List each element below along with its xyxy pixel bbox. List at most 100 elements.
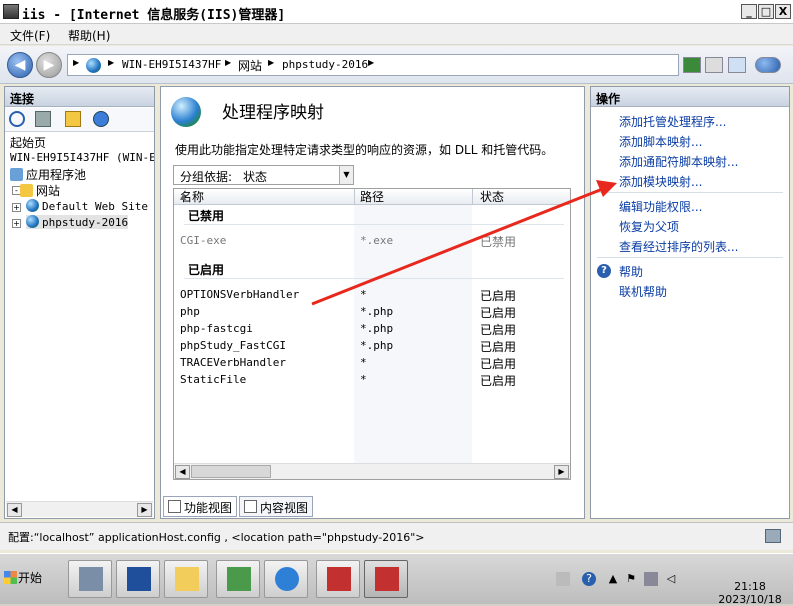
- add-script-map-link[interactable]: 添加脚本映射...: [619, 133, 702, 150]
- actions-divider: [597, 192, 783, 193]
- folder-icon: [175, 567, 199, 591]
- stop-icon[interactable]: [705, 57, 723, 73]
- forward-button[interactable]: ▶: [36, 52, 62, 78]
- delete-connection-icon[interactable]: [93, 111, 109, 127]
- tree-server[interactable]: WIN-EH9I5I437HF (WIN-EH9: [10, 151, 154, 164]
- revert-to-parent-link[interactable]: 恢复为父项: [619, 218, 679, 235]
- taskbar-ie[interactable]: [264, 560, 308, 598]
- row-path: *.php: [360, 322, 394, 335]
- column-divider[interactable]: [472, 189, 473, 205]
- dropdown-arrow-icon[interactable]: ▼: [339, 166, 353, 184]
- globe-icon: [26, 215, 39, 228]
- toolbox-icon: [327, 567, 351, 591]
- scroll-right-icon[interactable]: ▶: [137, 503, 152, 517]
- left-hscrollbar[interactable]: ◀ ▶: [6, 501, 153, 517]
- tree-phpstudy-site-label: phpstudy-2016: [42, 216, 129, 229]
- title-bar: iis - [Internet 信息服务(IIS)管理器] _ □ X: [0, 0, 793, 24]
- row-state: 已启用: [480, 306, 517, 320]
- breadcrumb-server[interactable]: WIN-EH9I5I437HF: [122, 58, 221, 71]
- row-name: php-fastcgi: [180, 322, 253, 335]
- scroll-left-icon[interactable]: ◀: [7, 503, 22, 517]
- back-button[interactable]: ◀: [7, 52, 33, 78]
- taskbar-explorer[interactable]: [164, 560, 208, 598]
- row-state: 已启用: [480, 289, 517, 303]
- taskbar: 开始 ? ▲ ⚑ ◁: [0, 553, 793, 604]
- handler-table: 名称 ▲ 路径 状态 已禁用 CGI-exe *.exe 已禁用 已启用 OPT…: [173, 188, 571, 480]
- flag-icon[interactable]: ⚑: [624, 572, 638, 586]
- actions-divider: [597, 257, 783, 258]
- tree-start-page[interactable]: 起始页: [10, 134, 46, 151]
- edit-feature-permissions-link[interactable]: 编辑功能权限...: [619, 198, 702, 215]
- tree-default-site[interactable]: Default Web Site: [26, 199, 148, 213]
- menu-bar: 文件(F) 帮助(H): [0, 24, 793, 45]
- maximize-button[interactable]: □: [758, 4, 774, 19]
- sort-ascending-icon: ▲: [180, 192, 187, 201]
- row-name: TRACEVerbHandler: [180, 356, 286, 369]
- view-ordered-list-link[interactable]: 查看经过排序的列表...: [619, 238, 738, 255]
- column-divider[interactable]: [354, 189, 355, 205]
- start-label: 开始: [18, 571, 43, 585]
- taskbar-iis-manager[interactable]: [364, 560, 408, 598]
- online-help-link[interactable]: 联机帮助: [619, 283, 667, 300]
- tree-app-pools[interactable]: 应用程序池: [10, 166, 86, 183]
- add-managed-handler-link[interactable]: 添加托管处理程序...: [619, 113, 726, 130]
- breadcrumb-arrow-icon: ▶: [225, 58, 232, 67]
- row-state: 已启用: [480, 340, 517, 354]
- connections-tree: 起始页 WIN-EH9I5I437HF (WIN-EH9 应用程序池 - 网站 …: [5, 133, 154, 505]
- close-button[interactable]: X: [775, 4, 791, 19]
- internet-explorer-icon: [275, 567, 299, 591]
- expand-icon[interactable]: +: [12, 203, 21, 212]
- network-tray-icon[interactable]: [644, 572, 658, 586]
- taskbar-network[interactable]: [216, 560, 260, 598]
- content-view-icon: [244, 500, 257, 513]
- row-path: *: [360, 288, 367, 301]
- keyboard-icon[interactable]: [556, 572, 570, 586]
- col-path[interactable]: 路径: [360, 189, 384, 205]
- help-link[interactable]: 帮助: [619, 263, 643, 280]
- group-by-select[interactable]: 分组依据: 状态 ▼: [173, 165, 354, 185]
- start-button[interactable]: 开始: [0, 560, 48, 596]
- tree-sites[interactable]: 网站: [10, 182, 60, 199]
- breadcrumb-site[interactable]: phpstudy-2016: [282, 58, 368, 71]
- taskbar-server-manager[interactable]: [68, 560, 112, 598]
- home-icon[interactable]: [728, 57, 746, 73]
- server-manager-icon: [79, 567, 103, 591]
- add-module-mapping-link[interactable]: 添加模块映射...: [619, 173, 702, 190]
- row-name: phpStudy_FastCGI: [180, 339, 286, 352]
- row-path: *: [360, 356, 367, 369]
- scroll-thumb[interactable]: [191, 465, 271, 478]
- window-title: iis - [Internet 信息服务(IIS)管理器]: [22, 8, 286, 23]
- refresh-icon[interactable]: [683, 57, 701, 73]
- breadcrumb-sites[interactable]: 网站: [238, 57, 262, 74]
- connect-icon[interactable]: [9, 111, 25, 127]
- globe-icon: [26, 199, 39, 212]
- up-folder-icon[interactable]: [65, 111, 81, 127]
- breadcrumb[interactable]: ▶ ▶ WIN-EH9I5I437HF ▶ 网站 ▶ phpstudy-2016…: [67, 54, 679, 76]
- add-wildcard-script-map-link[interactable]: 添加通配符脚本映射...: [619, 153, 738, 170]
- taskbar-toolbox[interactable]: [316, 560, 360, 598]
- table-hscrollbar[interactable]: ◀ ▶: [174, 463, 570, 479]
- breadcrumb-arrow-icon: ▶: [73, 58, 80, 67]
- clock[interactable]: 21:18 2023/10/18: [710, 580, 790, 606]
- table-header: 名称 ▲ 路径 状态: [174, 189, 570, 205]
- save-icon[interactable]: [35, 111, 51, 127]
- menu-file[interactable]: 文件(F): [10, 27, 50, 44]
- iis-manager-icon: [375, 567, 399, 591]
- clock-time: 21:18: [734, 580, 766, 593]
- status-text: 配置:“localhost” applicationHost.config , …: [8, 531, 425, 544]
- help-dropdown-icon[interactable]: [755, 57, 781, 73]
- scroll-right-icon[interactable]: ▶: [554, 465, 569, 479]
- row-name: OPTIONSVerbHandler: [180, 288, 300, 301]
- col-state[interactable]: 状态: [480, 189, 504, 205]
- expand-icon[interactable]: +: [12, 219, 21, 228]
- volume-icon[interactable]: ◁: [664, 572, 678, 586]
- taskbar-powershell[interactable]: [116, 560, 160, 598]
- minimize-button[interactable]: _: [741, 4, 757, 19]
- help-icon[interactable]: ?: [582, 572, 596, 586]
- tree-phpstudy-site[interactable]: phpstudy-2016: [26, 215, 129, 229]
- tab-features-view[interactable]: 功能视图: [163, 496, 238, 517]
- chevron-up-icon[interactable]: ▲: [606, 572, 620, 586]
- tab-content-view[interactable]: 内容视图: [239, 496, 314, 517]
- scroll-left-icon[interactable]: ◀: [175, 465, 190, 479]
- menu-help[interactable]: 帮助(H): [68, 27, 110, 44]
